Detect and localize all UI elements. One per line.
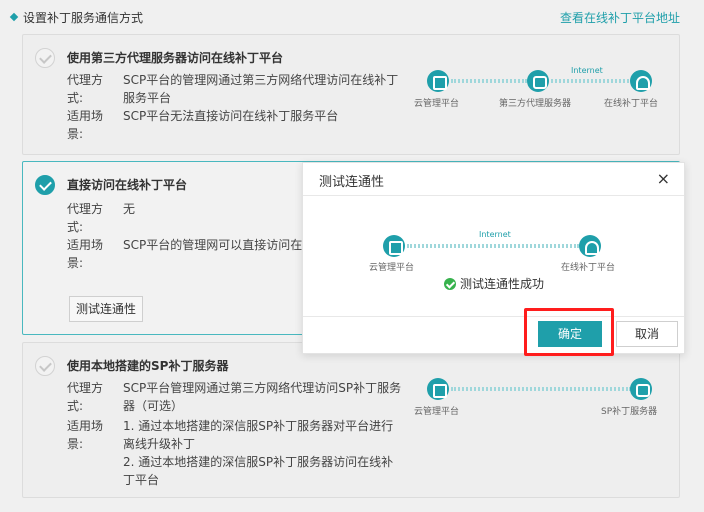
- connection-line: [407, 244, 579, 248]
- test-connectivity-dialog: 测试连通性 × Internet 云管理平台 在线补丁平台 测试连通性成功 确定…: [302, 162, 685, 356]
- cloud-icon: [579, 235, 601, 257]
- dialog-title: 测试连通性: [319, 175, 385, 190]
- internet-label: Internet: [479, 230, 511, 239]
- divider: [303, 316, 684, 317]
- close-icon[interactable]: ×: [657, 169, 670, 188]
- confirm-button[interactable]: 确定: [538, 321, 602, 347]
- node-label: 云管理平台: [369, 263, 415, 273]
- cloud-platform-icon: [383, 235, 405, 257]
- success-message: 测试连通性成功: [444, 275, 544, 292]
- success-text: 测试连通性成功: [460, 277, 545, 291]
- divider: [303, 195, 684, 196]
- connectivity-diagram: Internet 云管理平台 在线补丁平台: [369, 230, 629, 275]
- cancel-button[interactable]: 取消: [616, 321, 678, 347]
- check-circle-icon: [444, 278, 456, 290]
- node-label: 在线补丁平台: [561, 263, 616, 273]
